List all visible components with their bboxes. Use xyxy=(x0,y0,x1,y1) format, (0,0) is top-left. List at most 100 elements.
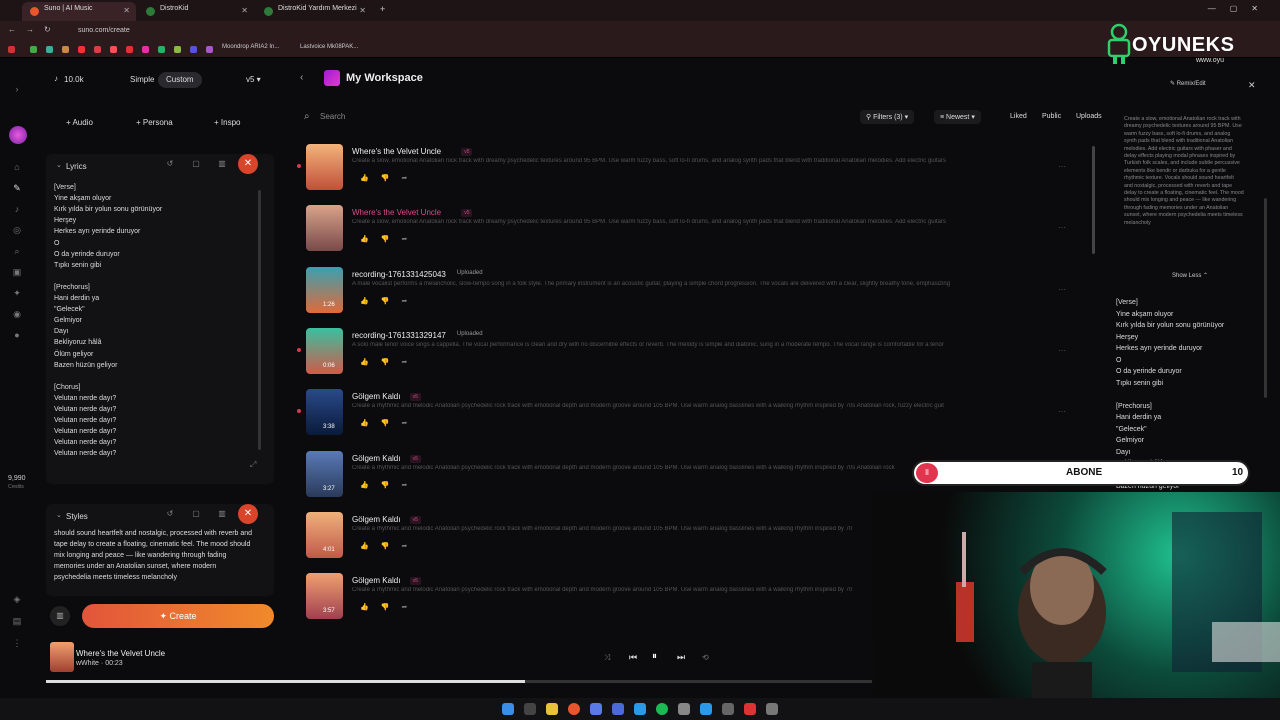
remix-button[interactable]: ✎ Remix/Edit xyxy=(1170,80,1206,87)
song-title[interactable]: recording-1761331425043 xyxy=(352,270,446,279)
magic-lyrics-button[interactable]: ✕ xyxy=(238,154,258,174)
more-options-icon[interactable]: ⋯ xyxy=(1058,223,1066,232)
filters-button[interactable]: ⚲ Filters (3) ▾ xyxy=(860,110,915,124)
app-icon[interactable] xyxy=(634,703,646,715)
file-explorer-icon[interactable] xyxy=(546,703,558,715)
song-row[interactable]: 3:38 Gölgem Kaldı v5 Create a rhythmic and … xyxy=(297,389,1086,445)
gift-icon[interactable]: ◈ xyxy=(12,594,22,604)
song-row[interactable]: Where's the Velvet Uncle v5 Create a slow,… xyxy=(297,144,1086,200)
like-icon[interactable]: 👍 xyxy=(360,175,381,182)
like-icon[interactable]: 👍 xyxy=(360,298,381,305)
dislike-icon[interactable]: 👎 xyxy=(381,482,402,489)
bookmark-icon[interactable] xyxy=(62,46,69,53)
player-thumbnail[interactable] xyxy=(50,642,74,672)
hooks-icon[interactable]: ✦ xyxy=(12,288,22,298)
bookmark-icon[interactable] xyxy=(190,46,197,53)
share-icon[interactable]: ➦ xyxy=(401,482,419,489)
styles-textarea[interactable]: should sound heartfelt and nostalgic, pr… xyxy=(54,528,254,583)
dislike-icon[interactable]: 👎 xyxy=(381,175,402,182)
more-options-icon[interactable]: ⋯ xyxy=(1058,407,1066,416)
song-actions[interactable]: 👍👎➦ xyxy=(360,603,419,611)
share-icon[interactable]: ➦ xyxy=(401,298,419,305)
like-icon[interactable]: 👍 xyxy=(360,359,381,366)
app-icon[interactable] xyxy=(678,703,690,715)
shuffle-icon[interactable]: ⤨ xyxy=(604,653,610,663)
tab-distrokid-help[interactable]: DistroKid Yardım Merkezi ✕ xyxy=(256,2,372,21)
more-options-icon[interactable]: ⋯ xyxy=(1058,162,1066,171)
bookmark-icon[interactable] xyxy=(30,46,37,53)
song-list-scrollbar[interactable] xyxy=(1092,146,1095,254)
new-tab-icon[interactable]: + xyxy=(380,4,385,14)
avatar[interactable] xyxy=(9,126,27,144)
search-input[interactable]: Search xyxy=(302,108,852,126)
share-icon[interactable]: ➦ xyxy=(401,236,419,243)
show-less-button[interactable]: Show Less ⌃ xyxy=(1172,272,1208,279)
chevron-down-icon[interactable]: ⌄ xyxy=(56,161,62,169)
liked-button[interactable]: Liked xyxy=(1004,110,1033,123)
song-title[interactable]: Gölgem Kaldı xyxy=(352,576,400,585)
clear-button[interactable]: ▥ xyxy=(50,606,70,626)
dislike-icon[interactable]: 👎 xyxy=(381,420,402,427)
like-icon[interactable]: 👍 xyxy=(360,236,381,243)
add-audio-button[interactable]: + Audio xyxy=(66,118,93,127)
app-icon[interactable] xyxy=(612,703,624,715)
share-icon[interactable]: ➦ xyxy=(401,420,419,427)
more-options-icon[interactable]: ⋯ xyxy=(1058,346,1066,355)
library-icon[interactable]: ♪ xyxy=(12,204,22,214)
studio-icon[interactable]: ▣ xyxy=(12,267,22,277)
song-actions[interactable]: 👍👎➦ xyxy=(360,419,419,427)
chevron-down-icon[interactable]: ⌄ xyxy=(56,511,62,519)
dislike-icon[interactable]: 👎 xyxy=(381,543,402,550)
spotify-icon[interactable] xyxy=(656,703,668,715)
delete-icon[interactable]: ▥ xyxy=(216,159,228,171)
tab-distrokid[interactable]: DistroKid ✕ xyxy=(138,2,254,21)
uploads-button[interactable]: Uploads xyxy=(1070,110,1108,123)
song-row[interactable]: 1:26 recording-1761331425043 Uploaded A mal… xyxy=(306,266,1086,323)
more-icon[interactable]: ⋮ xyxy=(12,638,22,648)
app-icon[interactable] xyxy=(744,703,756,715)
window-controls[interactable]: —▢✕ xyxy=(1208,4,1272,13)
close-tab-icon[interactable]: ✕ xyxy=(241,6,248,15)
song-actions[interactable]: 👍👎➦ xyxy=(360,174,419,182)
app-icon[interactable] xyxy=(766,703,778,715)
version-select[interactable]: v5 ▾ xyxy=(246,75,261,84)
share-icon[interactable]: ➦ xyxy=(401,604,419,611)
song-actions[interactable]: 👍👎➦ xyxy=(360,481,419,489)
dislike-icon[interactable]: 👎 xyxy=(381,298,402,305)
app-icon[interactable] xyxy=(722,703,734,715)
song-row[interactable]: Where's the Velvet Uncle v5 Create a slow,… xyxy=(306,205,1086,261)
song-title[interactable]: Gölgem Kaldı xyxy=(352,515,400,524)
like-icon[interactable]: 👍 xyxy=(360,543,381,550)
song-actions[interactable]: 👍👎➦ xyxy=(360,542,419,550)
bookmark-lastvoice[interactable]: Lastvoice Mk08PAK... xyxy=(300,44,358,50)
song-title[interactable]: Where's the Velvet Uncle xyxy=(352,147,441,156)
bookmark-icon[interactable] xyxy=(78,46,85,53)
explore-icon[interactable]: ◎ xyxy=(12,225,22,235)
song-thumbnail[interactable] xyxy=(306,144,343,190)
song-title[interactable]: Gölgem Kaldı xyxy=(352,454,400,463)
trash-icon[interactable]: ▤ xyxy=(12,616,22,626)
like-icon[interactable]: 👍 xyxy=(360,420,381,427)
bookmark-icon[interactable] xyxy=(174,46,181,53)
player-artist[interactable]: wWhite xyxy=(76,660,99,667)
panel-scrollbar[interactable] xyxy=(1264,198,1267,398)
radio-icon[interactable]: ◉ xyxy=(12,309,22,319)
bookmark-icon[interactable] xyxy=(158,46,165,53)
app-icon[interactable] xyxy=(590,703,602,715)
share-icon[interactable]: ➦ xyxy=(401,543,419,550)
undo-icon[interactable]: ↺ xyxy=(164,509,176,521)
close-tab-icon[interactable]: ✕ xyxy=(359,6,366,15)
like-icon[interactable]: 👍 xyxy=(360,604,381,611)
chevron-right-icon[interactable]: › xyxy=(12,84,22,94)
start-icon[interactable] xyxy=(502,703,514,715)
tab-suno[interactable]: Suno | AI Music ✕ xyxy=(22,2,136,21)
lyrics-scrollbar[interactable] xyxy=(258,190,261,450)
bookmark-icon[interactable] xyxy=(46,46,53,53)
search-icon[interactable] xyxy=(524,703,536,715)
song-title[interactable]: Gölgem Kaldı xyxy=(352,392,400,401)
next-icon[interactable]: ⏭ xyxy=(677,652,685,663)
bookmark-icon[interactable] xyxy=(126,46,133,53)
expand-icon[interactable]: ⤢ xyxy=(250,460,256,470)
url-field[interactable]: suno.com/create xyxy=(70,24,1070,39)
song-title[interactable]: recording-1761331329147 xyxy=(352,331,446,340)
